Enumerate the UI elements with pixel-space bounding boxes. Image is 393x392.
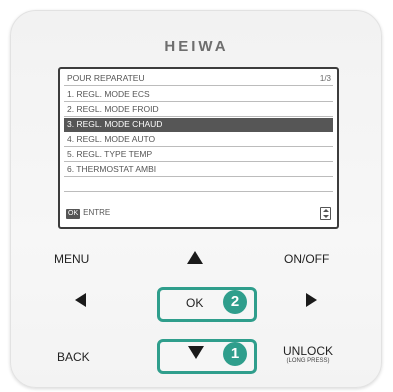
on-off-button[interactable]: ON/OFF (284, 252, 329, 266)
ok-key-hint: OK (66, 209, 81, 219)
screen-footer: OK ENTRE (66, 206, 110, 220)
step-badge-ok: 2 (223, 290, 247, 314)
left-arrow-icon[interactable] (75, 293, 86, 307)
menu-item-auto[interactable]: 4. REGL. MODE AUTO (64, 133, 333, 147)
lcd-screen: POUR REPARATEU 1/3 1. REGL. MODE ECS 2. … (58, 67, 339, 229)
page-indicator: 1/3 (319, 74, 331, 83)
enter-label: ENTRE (83, 208, 111, 217)
back-button[interactable]: BACK (57, 350, 90, 364)
menu-item-chaud[interactable]: 3. REGL. MODE CHAUD (64, 118, 333, 132)
brand-logo: HEIWA (164, 38, 229, 55)
unlock-sublabel: (LONG PRESS) (286, 358, 330, 364)
ok-button-label: OK (186, 296, 204, 310)
menu-blank-row (64, 178, 333, 192)
up-arrow-icon[interactable] (187, 251, 203, 264)
menu-item-ecs[interactable]: 1. REGL. MODE ECS (64, 88, 333, 102)
screen-title: POUR REPARATEU (64, 72, 333, 86)
unlock-button[interactable]: UNLOCK (LONG PRESS) (283, 344, 333, 364)
right-arrow-icon[interactable] (306, 293, 317, 307)
down-arrow-icon (188, 346, 204, 359)
scroll-updown-icon (320, 207, 331, 220)
menu-item-thermostat[interactable]: 6. THERMOSTAT AMBI (64, 163, 333, 177)
step-badge-down: 1 (223, 342, 247, 366)
menu-button[interactable]: MENU (54, 252, 89, 266)
unlock-label: UNLOCK (283, 344, 334, 358)
menu-item-type-temp[interactable]: 5. REGL. TYPE TEMP (64, 148, 333, 162)
menu-item-froid[interactable]: 2. REGL. MODE FROID (64, 103, 333, 117)
